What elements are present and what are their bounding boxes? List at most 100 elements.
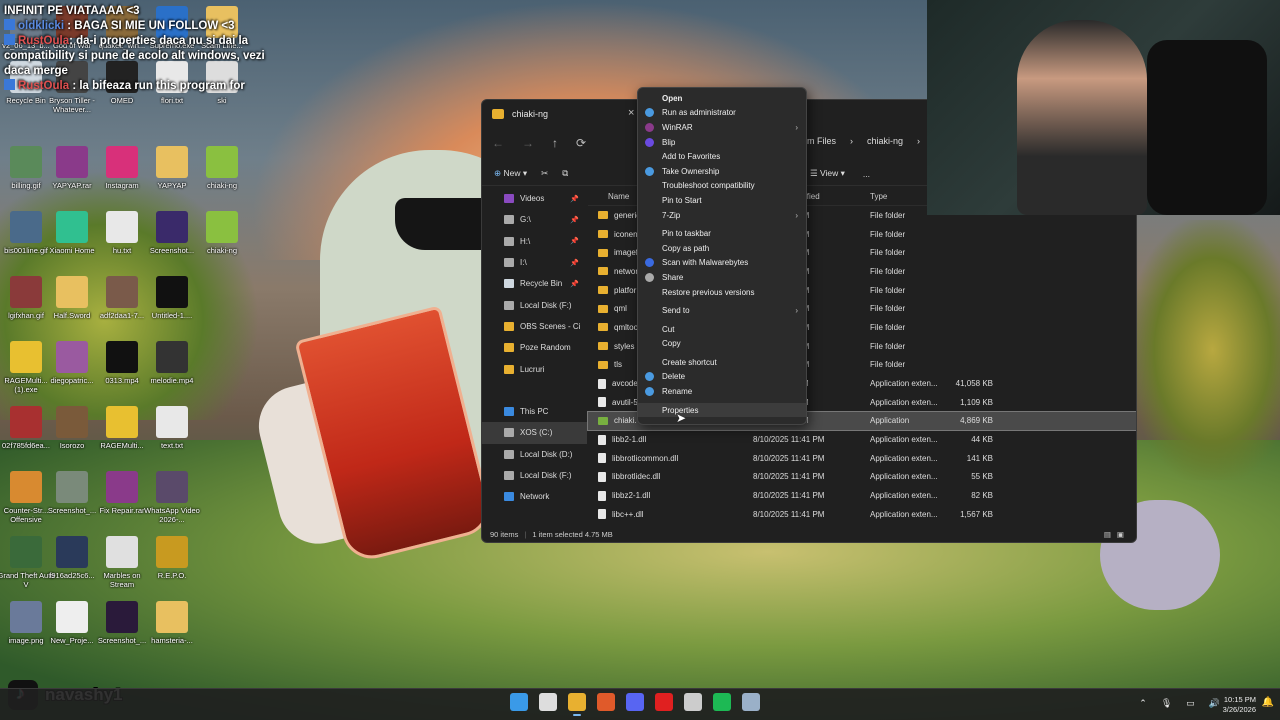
- context-menu-item[interactable]: Pin to taskbar: [638, 226, 806, 241]
- desktop-icon[interactable]: chiaki-ng: [192, 211, 252, 255]
- file-row[interactable]: libc++.dll 8/10/2025 11:41 PM Application …: [588, 505, 1136, 524]
- youtube-icon[interactable]: [655, 693, 673, 711]
- context-menu-item[interactable]: Troubleshoot compatibility: [638, 179, 806, 194]
- sidebar-item[interactable]: G:\ 📌: [482, 209, 587, 230]
- clock-time: 10:15 PM: [1223, 695, 1256, 704]
- desktop-icon[interactable]: R.E.P.O.: [142, 536, 202, 580]
- tiles-view-icon[interactable]: ▣: [1117, 530, 1124, 539]
- new-button[interactable]: ⊕ New ▾: [494, 168, 527, 179]
- search-icon[interactable]: [539, 693, 557, 711]
- context-menu-item[interactable]: Pin to Start: [638, 193, 806, 208]
- menu-item-label: Take Ownership: [662, 166, 720, 176]
- desktop-icon-image: [56, 211, 88, 243]
- back-arrow-icon[interactable]: ←: [492, 136, 504, 150]
- context-menu-item[interactable]: Restore previous versions: [638, 285, 806, 300]
- context-menu-item[interactable]: Scan with Malwarebytes: [638, 256, 806, 271]
- more-options-button[interactable]: ...: [863, 169, 870, 179]
- file-explorer-icon[interactable]: [568, 693, 586, 716]
- context-menu-item[interactable]: WinRAR ›: [638, 120, 806, 135]
- desktop-icon[interactable]: WhatsApp Video 2026-...: [142, 471, 202, 524]
- details-view-icon[interactable]: ▤: [1104, 530, 1111, 539]
- menu-item-icon: [645, 372, 654, 382]
- sidebar-item[interactable]: Local Disk (F:): [482, 294, 587, 315]
- desktop-icon[interactable]: melodie.mp4: [142, 341, 202, 385]
- sidebar-item[interactable]: Recycle Bin 📌: [482, 273, 587, 294]
- brave-icon[interactable]: [597, 693, 615, 711]
- chatgpt-icon[interactable]: [684, 693, 702, 711]
- column-header-name[interactable]: Name: [608, 192, 629, 201]
- desktop-icon[interactable]: hamsteria-...: [142, 601, 202, 645]
- cut-icon[interactable]: ✂: [541, 168, 548, 179]
- context-menu-item[interactable]: Copy: [638, 337, 806, 352]
- context-menu-item[interactable]: Copy as path: [638, 241, 806, 256]
- sidebar-item[interactable]: Videos 📌: [482, 188, 587, 209]
- context-menu-item[interactable]: Create shortcut: [638, 355, 806, 370]
- context-menu-item[interactable]: Run as administrator: [638, 106, 806, 121]
- taskbar-clock[interactable]: 10:15 PM 3/26/2026: [1223, 695, 1256, 715]
- file-size: 41,058 KB: [955, 379, 993, 389]
- context-menu-item[interactable]: Open: [638, 91, 806, 106]
- file-name-cell: libbrotlicommon.dll: [598, 453, 678, 464]
- forward-arrow-icon[interactable]: →: [522, 136, 534, 150]
- file-name-cell: libbz2-1.dll: [598, 490, 650, 501]
- desktop-icon-label: chiaki-ng: [206, 181, 237, 190]
- context-menu-item[interactable]: Add to Favorites: [638, 149, 806, 164]
- sidebar-item[interactable]: Local Disk (D:): [482, 444, 587, 465]
- desktop-icon-image: [156, 406, 188, 438]
- sidebar-item[interactable]: This PC: [482, 401, 587, 422]
- volume-icon[interactable]: 🔊: [1209, 698, 1220, 709]
- sidebar-item[interactable]: XOS (C:): [482, 422, 587, 444]
- desktop-icon-label: hamsteria-...: [151, 636, 193, 645]
- context-menu-item[interactable]: Rename: [638, 384, 806, 399]
- file-row[interactable]: libbrotlidec.dll 8/10/2025 11:41 PM Applic…: [588, 468, 1136, 487]
- desktop-icon[interactable]: Untitled-1....: [142, 276, 202, 320]
- context-menu-item[interactable]: Delete: [638, 370, 806, 385]
- context-menu-item[interactable]: 7-Zip ›: [638, 208, 806, 223]
- file-name-cell: platfor: [598, 286, 636, 295]
- submenu-arrow-icon: ›: [795, 306, 798, 316]
- column-header-date[interactable]: ified: [805, 192, 820, 201]
- network-icon[interactable]: ▭: [1186, 698, 1195, 709]
- view-button[interactable]: ☰ View ▾: [810, 168, 845, 179]
- context-menu-item[interactable]: Share: [638, 270, 806, 285]
- microphone-icon[interactable]: 🎙: [1161, 698, 1172, 709]
- window-title: chiaki-ng: [512, 109, 549, 119]
- desktop-icon-image: [56, 601, 88, 633]
- column-header-type[interactable]: Type: [870, 192, 887, 201]
- up-arrow-icon[interactable]: ↑: [552, 136, 558, 150]
- breadcrumb-item[interactable]: am Files: [802, 136, 836, 146]
- desktop-icon-image: [156, 601, 188, 633]
- spotify-icon[interactable]: [713, 693, 731, 711]
- chevron-up-icon[interactable]: ⌃: [1139, 698, 1147, 709]
- menu-item-icon: [645, 108, 654, 118]
- file-row[interactable]: libbz2-1.dll 8/10/2025 11:41 PM Applicatio…: [588, 486, 1136, 505]
- file-row[interactable]: libb2-1.dll 8/10/2025 11:41 PM Application…: [588, 430, 1136, 449]
- sidebar-item[interactable]: Local Disk (F:): [482, 465, 587, 486]
- steam-icon[interactable]: [742, 693, 760, 711]
- file-row[interactable]: libbrotlicommon.dll 8/10/2025 11:41 PM App…: [588, 449, 1136, 468]
- breadcrumb[interactable]: am Files › chiaki-ng ›: [802, 130, 920, 152]
- sidebar-item[interactable]: H:\ 📌: [482, 231, 587, 252]
- start-icon[interactable]: [510, 693, 528, 711]
- sidebar-item[interactable]: Lucruri: [482, 358, 587, 379]
- context-menu-item[interactable]: Blip: [638, 135, 806, 150]
- sidebar-item[interactable]: Network: [482, 486, 587, 507]
- sidebar-item[interactable]: Poze Random: [482, 337, 587, 358]
- desktop-icon[interactable]: chiaki-ng: [192, 146, 252, 190]
- desktop-icon-label: WhatsApp Video 2026-...: [144, 506, 200, 524]
- copy-icon[interactable]: ⧉: [562, 168, 568, 179]
- discord-icon[interactable]: [626, 693, 644, 711]
- context-menu-item[interactable]: Take Ownership: [638, 164, 806, 179]
- context-menu-item[interactable]: Cut: [638, 322, 806, 337]
- close-tab-icon[interactable]: ×: [628, 107, 634, 119]
- desktop-icon[interactable]: text.txt: [142, 406, 202, 450]
- context-menu-item[interactable]: Send to ›: [638, 303, 806, 318]
- sidebar-item[interactable]: I:\ 📌: [482, 252, 587, 273]
- sidebar-item[interactable]: OBS Scenes - Ci: [482, 316, 587, 337]
- drive-folder-icon: [504, 279, 514, 289]
- notification-bell-icon[interactable]: 🔔: [1262, 697, 1274, 708]
- file-size: 82 KB: [971, 491, 993, 501]
- breadcrumb-item[interactable]: chiaki-ng: [867, 136, 903, 146]
- refresh-icon[interactable]: ⟳: [576, 136, 586, 150]
- context-menu-item[interactable]: Properties: [638, 402, 806, 418]
